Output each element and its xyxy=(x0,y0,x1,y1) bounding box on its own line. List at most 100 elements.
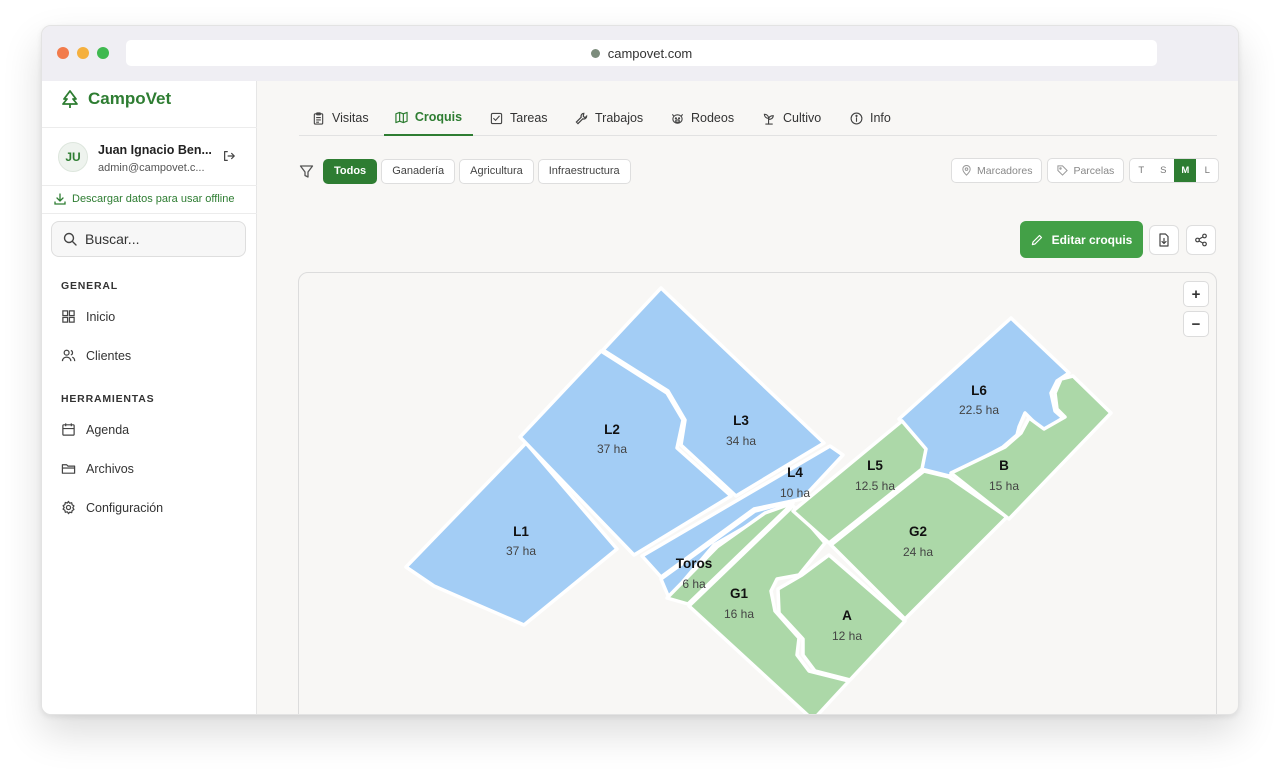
label-size-t[interactable]: T xyxy=(1130,159,1152,182)
info-icon xyxy=(850,112,863,124)
filter-agricultura[interactable]: Agricultura xyxy=(459,158,534,184)
filter-bar: Todos Ganadería Agricultura Infraestruct… xyxy=(299,158,631,184)
map-canvas: L1 37 ha L2 37 ha L3 34 ha L4 10 ha L5 1… xyxy=(404,286,1113,714)
sidebar-item-archivos[interactable]: Archivos xyxy=(61,461,134,476)
url-text: campovet.com xyxy=(607,45,693,61)
plot-area-L6: 22.5 ha xyxy=(959,403,999,417)
sidebar-item-configuracion[interactable]: Configuración xyxy=(61,500,163,515)
sprout-icon xyxy=(763,113,774,125)
tab-tareas[interactable]: Tareas xyxy=(490,100,548,136)
toggle-markers-label: Marcadores xyxy=(977,164,1033,177)
tab-croquis[interactable]: Croquis xyxy=(384,100,473,136)
sidebar-item-label: Clientes xyxy=(86,348,132,363)
plot-name-toros: Toros xyxy=(676,556,713,571)
export-button[interactable] xyxy=(1149,225,1179,255)
plot-name-L3: L3 xyxy=(733,413,749,428)
maximize-window-button[interactable] xyxy=(97,47,109,59)
user-card: JU Juan Ignacio Ben... admin@campovet.c.… xyxy=(58,141,248,181)
filter-infraestructura[interactable]: Infraestructura xyxy=(537,158,631,184)
search-input[interactable]: Buscar... xyxy=(51,221,246,257)
zoom-out-button[interactable]: − xyxy=(1183,311,1209,337)
sidebar-item-agenda[interactable]: Agenda xyxy=(61,422,129,437)
tab-label: Rodeos xyxy=(691,111,735,125)
toggle-parcels-label: Parcelas xyxy=(1073,164,1115,177)
cow-icon xyxy=(671,113,684,124)
tab-label: Info xyxy=(870,111,891,125)
address-bar[interactable]: campovet.com xyxy=(126,40,1157,66)
sidebar: CampoVet JU Juan Ignacio Ben... admin@ca… xyxy=(42,81,257,714)
plot-area-G2: 24 ha xyxy=(903,545,933,559)
plot-area-B: 15 ha xyxy=(989,479,1019,493)
clipboard-icon xyxy=(313,111,324,125)
sidebar-item-clientes[interactable]: Clientes xyxy=(61,348,131,363)
label-size-l[interactable]: L xyxy=(1196,159,1218,182)
filter-todos[interactable]: Todos xyxy=(323,158,378,184)
brand-name: CampoVet xyxy=(88,89,172,108)
main-content: Visitas Croquis Tareas Trabajos Rodeos C… xyxy=(257,81,1238,714)
avatar[interactable]: JU xyxy=(58,142,88,172)
user-name: Juan Ignacio Ben... xyxy=(98,143,212,157)
section-general: GENERAL xyxy=(61,280,118,292)
plot-area-toros: 6 ha xyxy=(682,577,706,591)
plot-area-G1: 16 ha xyxy=(724,607,754,621)
tab-visitas[interactable]: Visitas xyxy=(312,100,369,136)
sidebar-item-label: Agenda xyxy=(86,422,130,437)
toggle-parcels[interactable]: Parcelas xyxy=(1047,158,1125,183)
label-size-s[interactable]: S xyxy=(1152,159,1174,182)
tab-rodeos[interactable]: Rodeos xyxy=(671,100,734,136)
logout-icon[interactable] xyxy=(222,149,236,163)
divider xyxy=(42,213,257,214)
plot-area-L4: 10 ha xyxy=(780,486,810,500)
sidebar-item-inicio[interactable]: Inicio xyxy=(61,309,115,324)
close-window-button[interactable] xyxy=(57,47,69,59)
wrench-icon xyxy=(575,112,588,124)
plot-name-L4: L4 xyxy=(787,465,803,480)
grid-icon xyxy=(62,310,75,323)
tab-trabajos[interactable]: Trabajos xyxy=(575,100,643,136)
plot-area-L2: 37 ha xyxy=(597,442,627,456)
filter-ganaderia[interactable]: Ganadería xyxy=(381,158,456,184)
browser-window: campovet.com CampoVet JU Juan Ignacio Be… xyxy=(41,25,1239,715)
edit-sketch-button[interactable]: Editar croquis xyxy=(1020,221,1143,258)
tab-cultivo[interactable]: Cultivo xyxy=(763,100,821,136)
plot-area-L5: 12.5 ha xyxy=(855,479,895,493)
tab-info[interactable]: Info xyxy=(850,100,891,136)
tab-bar: Visitas Croquis Tareas Trabajos Rodeos C… xyxy=(299,100,1217,136)
calendar-icon xyxy=(62,423,75,436)
tab-label: Croquis xyxy=(414,110,463,124)
folder-icon xyxy=(61,464,76,474)
tag-icon xyxy=(1057,165,1069,176)
label-size-m[interactable]: M xyxy=(1174,159,1197,182)
farm-sketch-map[interactable]: L1 37 ha L2 37 ha L3 34 ha L4 10 ha L5 1… xyxy=(298,272,1217,714)
download-offline-label: Descargar datos para usar offline xyxy=(72,193,235,205)
section-herramientas: HERRAMIENTAS xyxy=(61,393,155,405)
plot-name-L6: L6 xyxy=(971,383,987,398)
share-button[interactable] xyxy=(1186,225,1216,255)
plot-area-L3: 34 ha xyxy=(726,434,756,448)
divider xyxy=(42,185,257,186)
file-download-icon xyxy=(1159,233,1169,247)
tab-label: Trabajos xyxy=(595,111,644,125)
plot-name-L1: L1 xyxy=(513,524,529,539)
pin-icon xyxy=(962,165,971,176)
plot-area-L1: 37 ha xyxy=(506,544,536,558)
zoom-in-button[interactable]: + xyxy=(1183,281,1209,307)
sidebar-item-label: Inicio xyxy=(86,309,116,324)
sidebar-item-label: Archivos xyxy=(86,461,134,476)
user-email: admin@campovet.c... xyxy=(98,162,205,174)
edit-sketch-label: Editar croquis xyxy=(1051,232,1133,247)
label-size-selector: T S M L xyxy=(1129,158,1220,183)
minimize-window-button[interactable] xyxy=(77,47,89,59)
plot-name-G1: G1 xyxy=(730,586,749,601)
tab-label: Cultivo xyxy=(783,111,822,125)
plot-name-G2: G2 xyxy=(909,524,927,539)
site-status-icon xyxy=(590,48,600,58)
gear-icon xyxy=(62,500,75,515)
search-icon xyxy=(63,232,77,246)
plot-name-L2: L2 xyxy=(604,422,620,437)
download-offline-link[interactable]: Descargar datos para usar offline xyxy=(54,193,234,205)
tab-label: Visitas xyxy=(332,111,369,125)
toggle-markers[interactable]: Marcadores xyxy=(951,158,1043,183)
map-display-options: Marcadores Parcelas T S M L xyxy=(951,158,1220,183)
brand-logo[interactable]: CampoVet xyxy=(60,89,171,109)
